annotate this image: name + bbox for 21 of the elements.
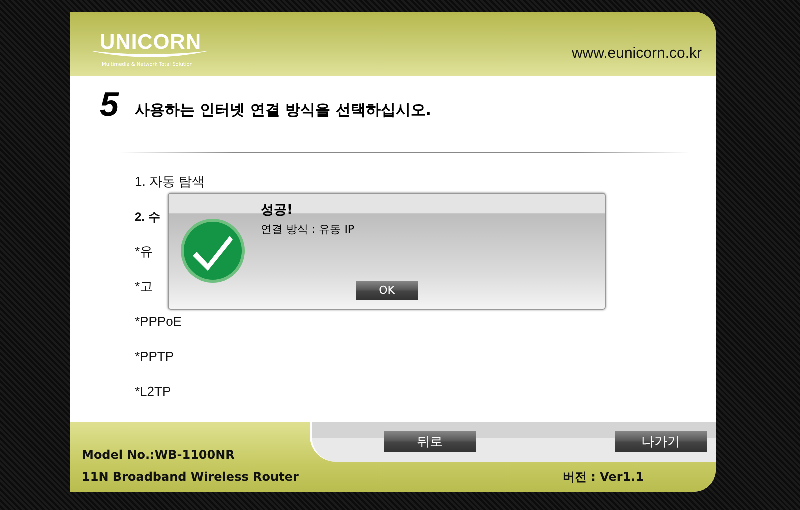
check-icon (180, 218, 246, 284)
swoosh-icon (90, 50, 210, 60)
connection-option[interactable]: *PPPoE (135, 313, 182, 331)
step-title: 사용하는 인터넷 연결 방식을 선택하십시오. (134, 101, 432, 121)
dialog-message: 연결 방식 : 유동 IP (261, 222, 355, 237)
connection-option[interactable]: *고 (135, 278, 154, 296)
website-address: www.eunicorn.co.kr (572, 45, 702, 62)
step-number: 5 (100, 88, 119, 122)
connection-option[interactable]: 1. 자동 탐색 (135, 173, 206, 191)
connection-option[interactable]: *L2TP (135, 383, 172, 401)
back-button[interactable]: 뒤로 (384, 431, 476, 452)
connection-option[interactable]: *PPTP (135, 348, 174, 366)
connection-option[interactable]: *유 (135, 243, 154, 261)
model-number: Model No.:WB-1100NR (82, 448, 235, 462)
logo-text: UNICORN (100, 32, 202, 54)
option-heading: 2. 수 (135, 209, 160, 226)
product-name: 11N Broadband Wireless Router (82, 470, 299, 484)
ok-button[interactable]: OK (356, 281, 418, 300)
dialog-title: 성공! (261, 202, 293, 219)
exit-button[interactable]: 나가기 (615, 431, 707, 452)
firmware-version: 버전 : Ver1.1 (562, 468, 644, 486)
